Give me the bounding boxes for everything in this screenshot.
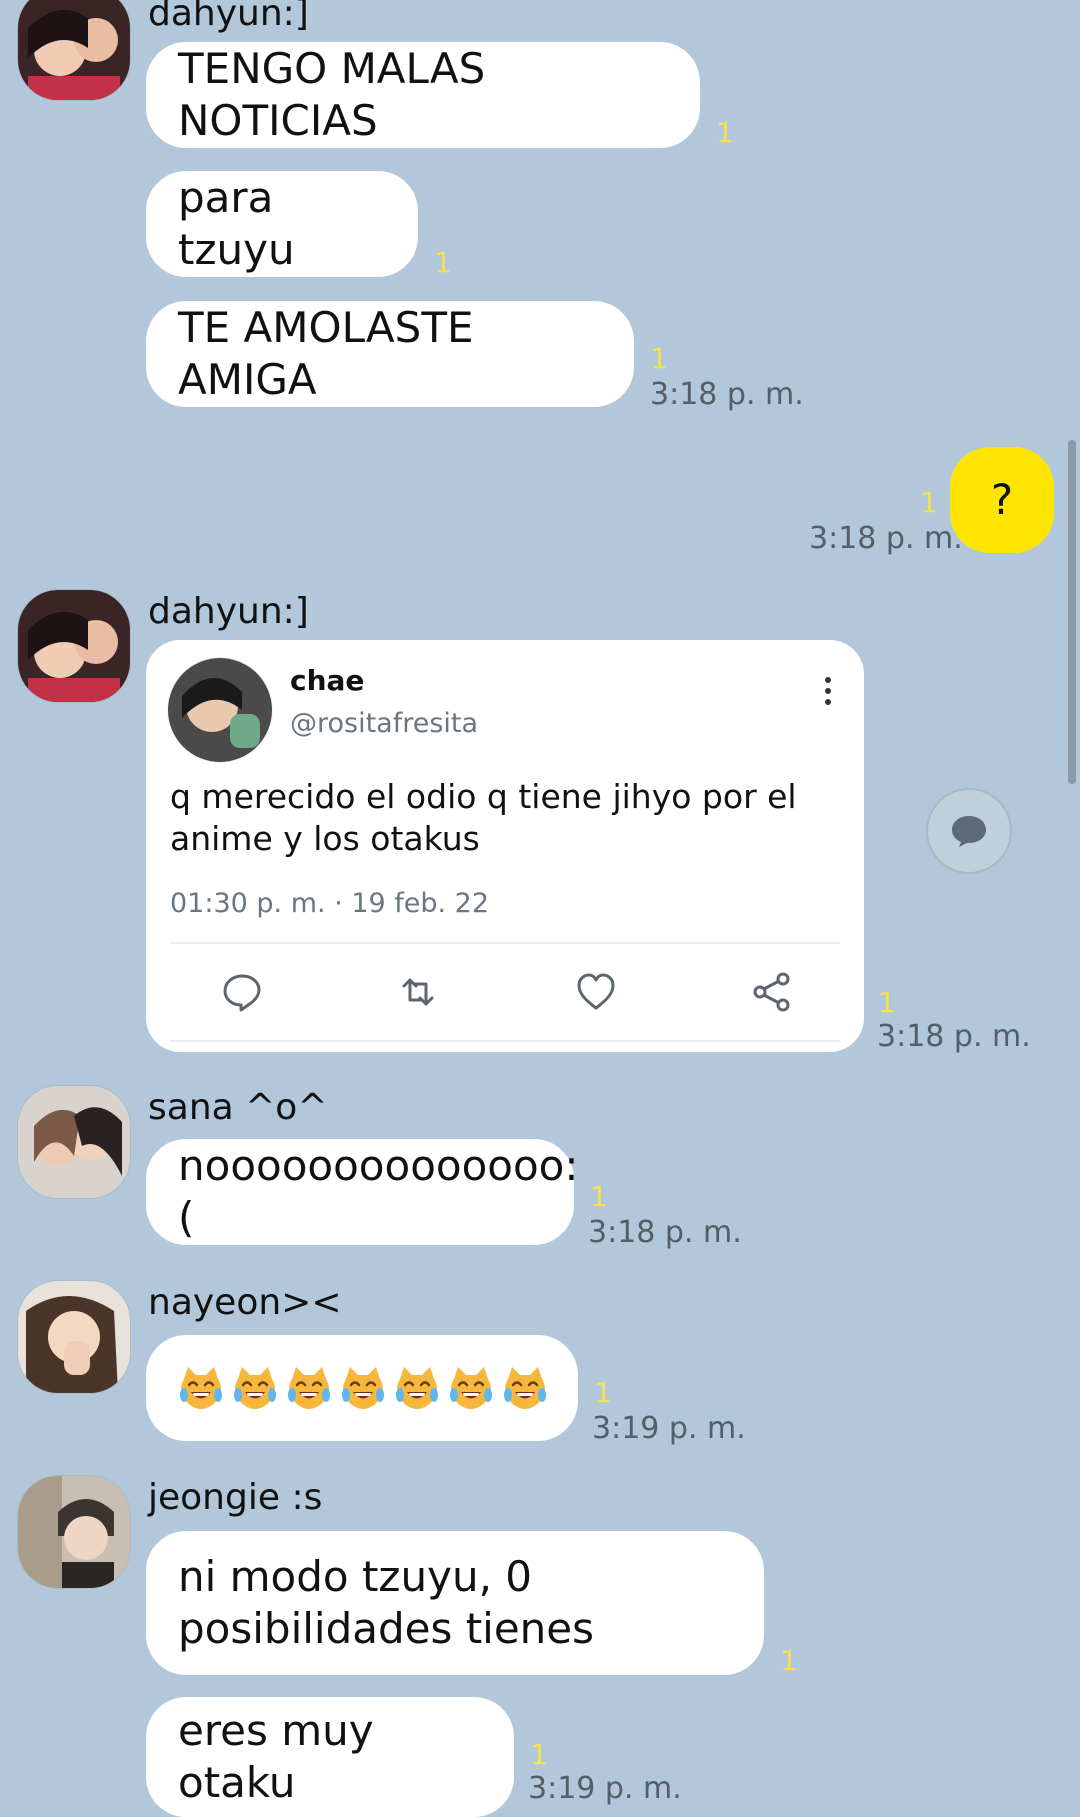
message-text: para tzuyu (178, 173, 295, 274)
message-text: TENGO MALAS NOTICIAS (178, 44, 486, 145)
unread-count: 1 (650, 342, 668, 375)
chat-bubble-icon (952, 816, 986, 847)
crying-laughing-cat-icon (340, 1365, 386, 1411)
tweet-date: 01:30 p. m. · 19 feb. 22 (170, 888, 490, 919)
message-bubble[interactable]: para tzuyu (146, 171, 418, 277)
avatar-dahyun[interactable] (18, 0, 130, 100)
retweet-icon[interactable] (396, 970, 440, 1014)
avatar-dahyun[interactable] (18, 590, 130, 702)
message-time: 3:19 p. m. (592, 1411, 746, 1446)
tweet-divider (170, 942, 840, 944)
crying-laughing-cat-icon (394, 1365, 440, 1411)
sender-name: sana ^o^ (148, 1087, 328, 1128)
avatar-sana[interactable] (18, 1086, 130, 1198)
sender-name: dahyun:] (148, 0, 309, 34)
sender-name: dahyun:] (148, 591, 309, 632)
tweet-bottom-divider (170, 1040, 840, 1042)
share-icon[interactable] (750, 970, 794, 1014)
message-text-line: posibilidades tienes (178, 1604, 595, 1653)
avatar-nayeon[interactable] (18, 1281, 130, 1393)
tweet-card[interactable]: chae @rositafresita q merecido el odio q… (146, 640, 864, 1052)
sender-name: jeongie :s (148, 1477, 323, 1518)
crying-laughing-cat-icon (502, 1365, 548, 1411)
message-time: 3:18 p. m. (809, 521, 963, 556)
unread-count: 1 (434, 246, 452, 279)
message-text: noooooooooooooo:( (178, 1141, 579, 1242)
outgoing-message-bubble[interactable]: ? (950, 447, 1054, 553)
message-bubble[interactable]: TE AMOLASTE AMIGA (146, 301, 634, 407)
unread-count: 1 (780, 1644, 798, 1677)
message-time: 3:18 p. m. (588, 1215, 742, 1250)
tweet-text-line: anime y los otakus (170, 819, 480, 858)
message-text: ? (990, 475, 1014, 524)
unread-count: 1 (530, 1738, 548, 1771)
scrollbar[interactable] (1068, 440, 1076, 784)
message-time: 3:18 p. m. (650, 377, 804, 412)
sender-name: nayeon>< (148, 1282, 342, 1323)
unread-count: 1 (878, 986, 896, 1019)
message-bubble[interactable]: noooooooooooooo:( (146, 1139, 579, 1245)
emoji-row (178, 1365, 548, 1411)
reply-icon[interactable] (220, 970, 264, 1014)
unread-count: 1 (920, 486, 938, 519)
avatar-jeongie[interactable] (18, 1476, 130, 1588)
chat-bubble-button[interactable] (926, 788, 1012, 874)
message-bubble[interactable]: TENGO MALAS NOTICIAS (146, 42, 700, 148)
unread-count: 1 (716, 116, 734, 149)
crying-laughing-cat-icon (232, 1365, 278, 1411)
message-text: TE AMOLASTE AMIGA (178, 303, 474, 404)
message-time: 3:18 p. m. (877, 1019, 1031, 1054)
like-icon[interactable] (574, 970, 618, 1014)
crying-laughing-cat-icon (178, 1365, 224, 1411)
message-bubble[interactable]: eres muy otaku (146, 1697, 514, 1817)
tweet-avatar[interactable] (168, 658, 272, 762)
message-text: eres muy otaku (178, 1706, 374, 1807)
message-text-line: ni modo tzuyu, 0 (178, 1552, 532, 1601)
tweet-text-line: q merecido el odio q tiene jihyo por el (170, 777, 797, 816)
unread-count: 1 (590, 1180, 608, 1213)
more-vertical-icon[interactable] (816, 676, 840, 706)
message-time: 3:19 p. m. (528, 1771, 682, 1806)
crying-laughing-cat-icon (286, 1365, 332, 1411)
tweet-author-name: chae (290, 664, 365, 697)
crying-laughing-cat-icon (448, 1365, 494, 1411)
tweet-author-handle: @rositafresita (290, 708, 479, 739)
message-bubble[interactable]: ni modo tzuyu, 0 posibilidades tienes (146, 1531, 764, 1675)
message-bubble[interactable] (146, 1335, 578, 1441)
unread-count: 1 (594, 1376, 612, 1409)
